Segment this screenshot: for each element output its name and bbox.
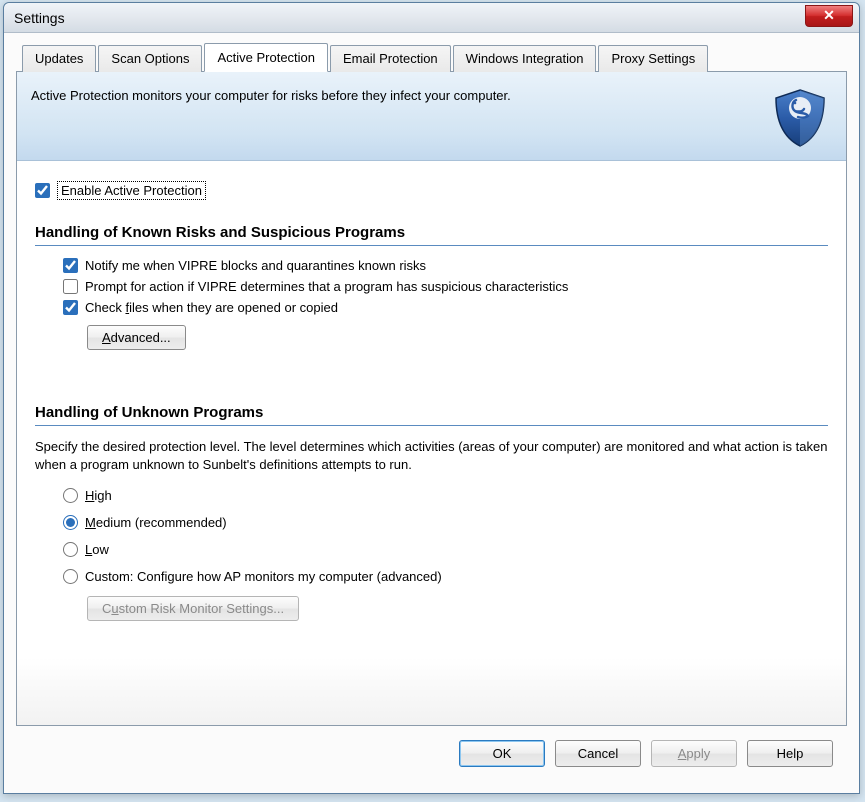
radio-high-row: High <box>63 488 828 503</box>
help-button[interactable]: Help <box>747 740 833 767</box>
known-risks-group: Notify me when VIPRE blocks and quaranti… <box>35 258 828 350</box>
enable-active-protection-label: Enable Active Protection <box>57 181 206 200</box>
shield-snake-icon <box>768 86 832 150</box>
banner-text: Active Protection monitors your computer… <box>31 86 768 103</box>
tab-proxy-settings[interactable]: Proxy Settings <box>598 45 708 72</box>
banner: Active Protection monitors your computer… <box>17 72 846 161</box>
content-area: Updates Scan Options Active Protection E… <box>4 33 859 793</box>
tab-panel: Active Protection monitors your computer… <box>16 71 847 726</box>
panel-body: Enable Active Protection Handling of Kno… <box>17 161 846 725</box>
radio-high-label: High <box>85 488 112 503</box>
window-title: Settings <box>14 10 805 26</box>
section-divider-2 <box>35 425 828 426</box>
dialog-footer: OK Cancel Apply Help <box>16 726 847 781</box>
section-unknown-programs-title: Handling of Unknown Programs <box>35 404 828 421</box>
notify-checkbox[interactable] <box>63 258 78 273</box>
apply-button: Apply <box>651 740 737 767</box>
check-files-label: Check files when they are opened or copi… <box>85 300 338 315</box>
unknown-programs-description: Specify the desired protection level. Th… <box>35 438 828 474</box>
radio-custom-label: Custom: Configure how AP monitors my com… <box>85 569 442 584</box>
settings-window: Settings ✕ Updates Scan Options Active P… <box>3 2 860 794</box>
prompt-label: Prompt for action if VIPRE determines th… <box>85 279 568 294</box>
notify-row: Notify me when VIPRE blocks and quaranti… <box>63 258 828 273</box>
advanced-button[interactable]: Advanced... <box>87 325 186 350</box>
prompt-checkbox[interactable] <box>63 279 78 294</box>
radio-high[interactable] <box>63 488 78 503</box>
tab-scan-options[interactable]: Scan Options <box>98 45 202 72</box>
section-divider <box>35 245 828 246</box>
cancel-button[interactable]: Cancel <box>555 740 641 767</box>
tab-active-protection[interactable]: Active Protection <box>204 43 328 72</box>
radio-medium-label: Medium (recommended) <box>85 515 227 530</box>
custom-risk-monitor-button: Custom Risk Monitor Settings... <box>87 596 299 621</box>
radio-custom[interactable] <box>63 569 78 584</box>
tab-windows-integration[interactable]: Windows Integration <box>453 45 597 72</box>
enable-active-protection-checkbox[interactable] <box>35 183 50 198</box>
radio-low[interactable] <box>63 542 78 557</box>
close-icon: ✕ <box>823 7 835 24</box>
protection-level-group: High Medium (recommended) Low Custom: Co… <box>35 488 828 621</box>
tab-updates[interactable]: Updates <box>22 45 96 72</box>
prompt-row: Prompt for action if VIPRE determines th… <box>63 279 828 294</box>
titlebar: Settings ✕ <box>4 3 859 33</box>
check-files-row: Check files when they are opened or copi… <box>63 300 828 315</box>
radio-low-row: Low <box>63 542 828 557</box>
radio-medium[interactable] <box>63 515 78 530</box>
tab-email-protection[interactable]: Email Protection <box>330 45 451 72</box>
notify-label: Notify me when VIPRE blocks and quaranti… <box>85 258 426 273</box>
enable-active-protection-row: Enable Active Protection <box>35 181 828 200</box>
radio-custom-row: Custom: Configure how AP monitors my com… <box>63 569 828 584</box>
tabstrip: Updates Scan Options Active Protection E… <box>16 45 847 72</box>
check-files-checkbox[interactable] <box>63 300 78 315</box>
ok-button[interactable]: OK <box>459 740 545 767</box>
radio-medium-row: Medium (recommended) <box>63 515 828 530</box>
close-button[interactable]: ✕ <box>805 5 853 27</box>
radio-low-label: Low <box>85 542 109 557</box>
section-known-risks-title: Handling of Known Risks and Suspicious P… <box>35 224 828 241</box>
